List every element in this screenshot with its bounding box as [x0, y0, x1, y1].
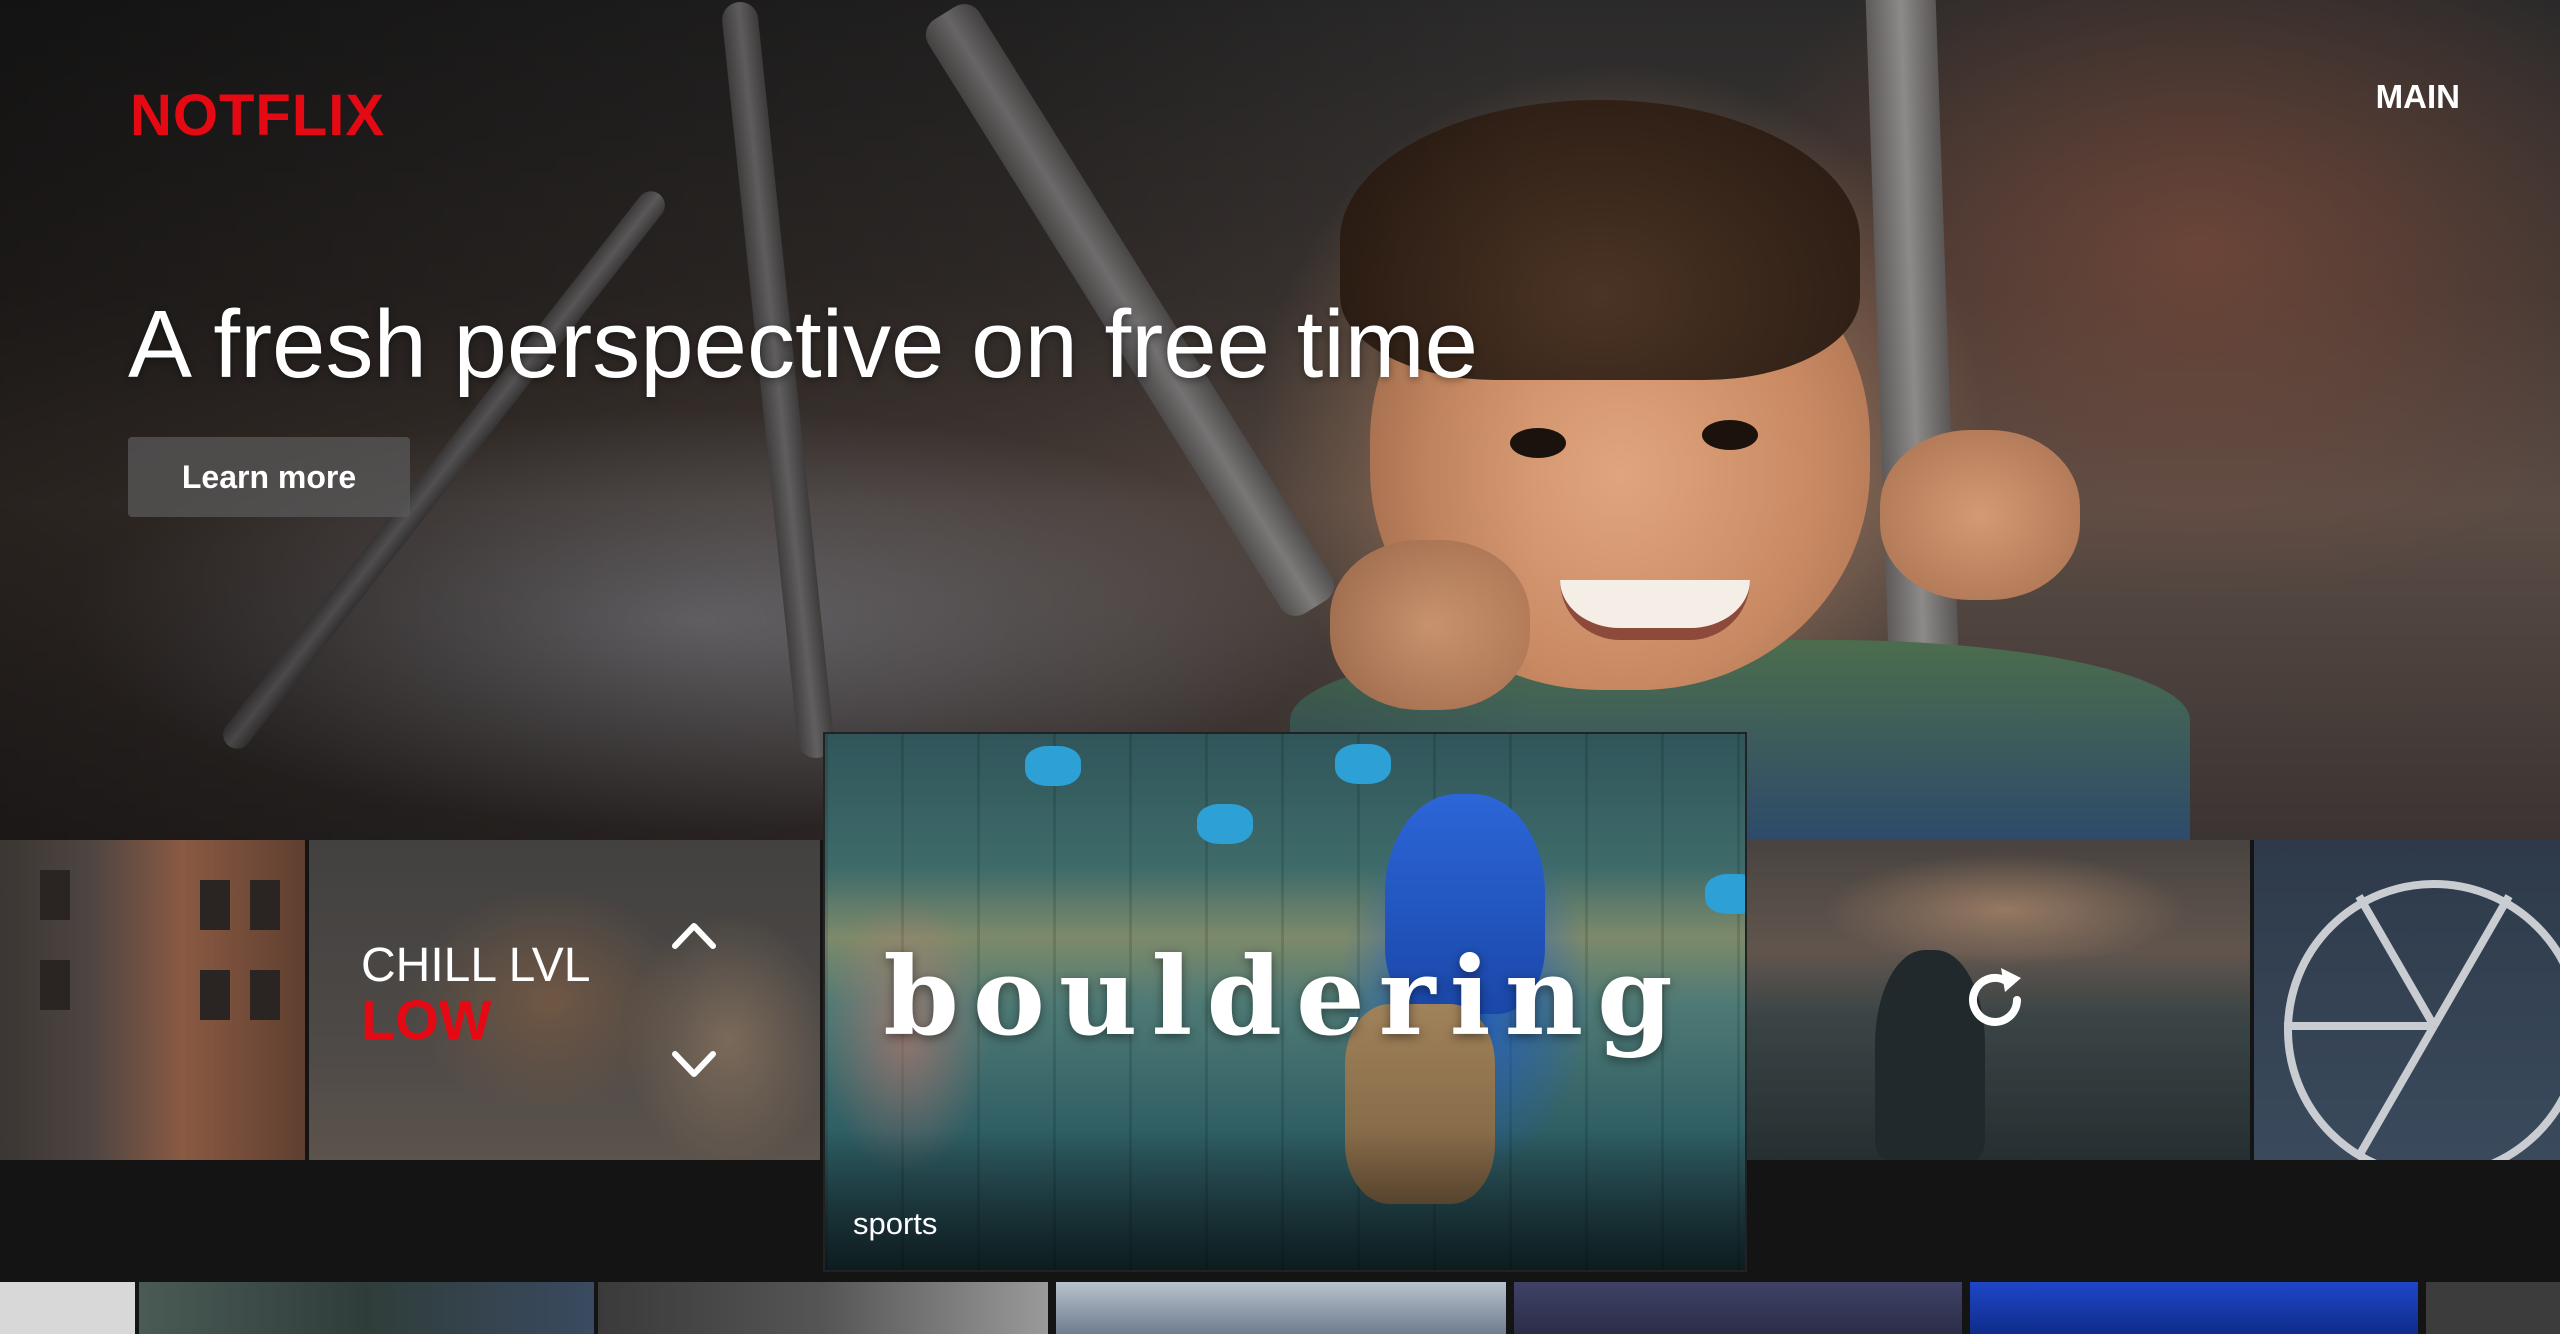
window-decoration [200, 970, 230, 1020]
climbing-hold-decoration [1335, 744, 1391, 784]
chill-level-label: CHILL LVL [361, 939, 591, 992]
chevron-down-icon[interactable] [669, 1038, 719, 1088]
bottom-row-tile[interactable] [139, 1282, 594, 1334]
bottom-row-tile[interactable] [0, 1282, 135, 1334]
window-decoration [40, 870, 70, 920]
featured-category: sports [853, 1206, 938, 1241]
bottom-row-tile[interactable] [1056, 1282, 1506, 1334]
refresh-icon[interactable] [1955, 960, 2035, 1040]
climbing-hold-decoration [1705, 874, 1745, 914]
featured-tile-bouldering[interactable]: bouldering sports [825, 734, 1745, 1270]
featured-title: bouldering [883, 934, 1687, 1060]
hero-headline: A fresh perspective on free time [128, 291, 1478, 398]
row-tile-yoga[interactable] [1745, 840, 2250, 1160]
brand-logo[interactable]: NOTFLIX [130, 82, 385, 149]
chevron-up-icon[interactable] [669, 912, 719, 962]
climbing-hold-decoration [1197, 804, 1253, 844]
learn-more-button[interactable]: Learn more [128, 437, 410, 517]
ferris-wheel-decoration [2284, 880, 2560, 1160]
chill-level-value: LOW [361, 988, 492, 1051]
wheel-spoke-decoration [2284, 1022, 2434, 1030]
bottom-row-tile[interactable] [598, 1282, 1048, 1334]
bottom-row-tile[interactable] [1970, 1282, 2418, 1334]
nav-main-link[interactable]: MAIN [2376, 78, 2460, 116]
row-tile-chill-level[interactable]: CHILL LVL LOW [309, 840, 820, 1160]
climbing-hold-decoration [1025, 746, 1081, 786]
bottom-row-tile[interactable] [2426, 1282, 2560, 1334]
window-decoration [200, 880, 230, 930]
row-tile-ferris-wheel[interactable] [2254, 840, 2560, 1160]
bottom-row-tile[interactable] [1514, 1282, 1962, 1334]
featured-shade [825, 1130, 1745, 1270]
window-decoration [250, 880, 280, 930]
row-tile-city[interactable] [0, 840, 305, 1160]
window-decoration [250, 970, 280, 1020]
window-decoration [40, 960, 70, 1010]
